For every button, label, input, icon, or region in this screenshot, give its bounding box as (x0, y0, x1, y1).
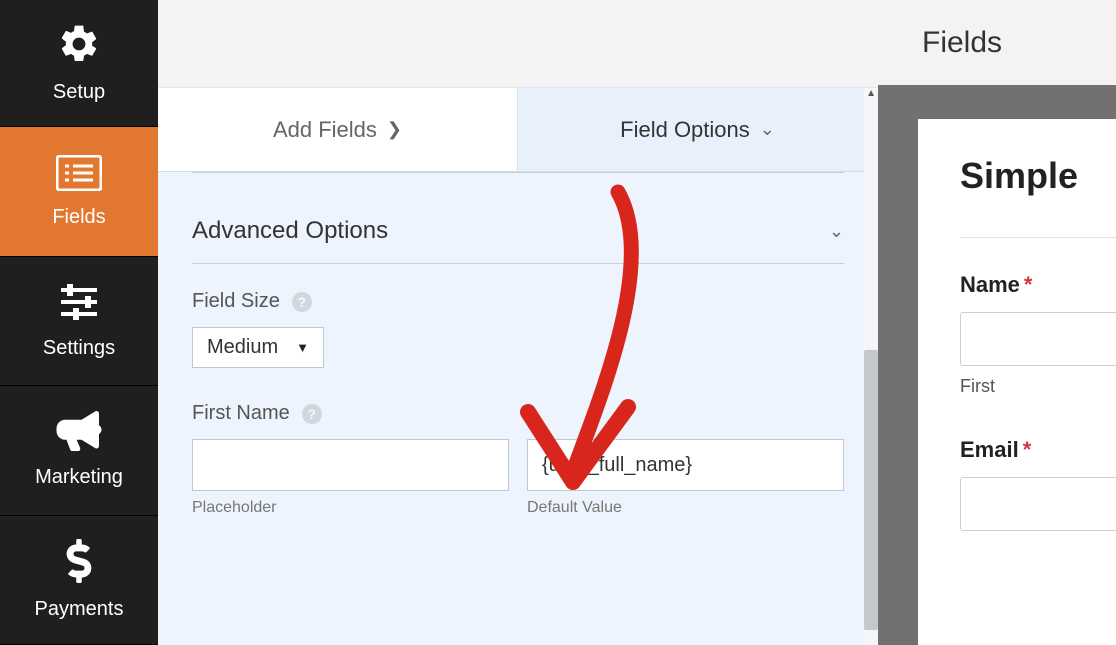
options-panel: Advanced Options ⌄ Field Size ? Medium ▼… (158, 172, 878, 605)
panel-top-separator (192, 172, 844, 173)
dropdown-triangle-icon: ▼ (296, 340, 309, 355)
preview-column: Fields Simple Name* First Email* (878, 0, 1116, 645)
bullhorn-icon (56, 411, 102, 456)
sidebar-label-payments: Payments (35, 598, 124, 621)
preview-name-sublabel: First (960, 376, 1116, 397)
sidebar-label-settings: Settings (43, 337, 115, 360)
sidebar-label-setup: Setup (53, 81, 105, 104)
options-tabs: Add Fields ❯ Field Options ⌄ (158, 88, 878, 172)
preview-name-input[interactable] (960, 312, 1116, 366)
sliders-icon (57, 282, 101, 327)
options-header-spacer (158, 0, 878, 88)
preview-email-input[interactable] (960, 477, 1116, 531)
form-list-icon (56, 155, 102, 196)
field-options-column: Add Fields ❯ Field Options ⌄ Advanced Op… (158, 0, 878, 645)
chevron-down-icon: ⌄ (829, 221, 844, 242)
required-star-icon: * (1023, 437, 1032, 462)
sidebar-item-fields[interactable]: Fields (0, 127, 158, 256)
preview-email-label-text: Email (960, 437, 1019, 462)
advanced-options-title: Advanced Options (192, 217, 388, 245)
sidebar-label-marketing: Marketing (35, 466, 123, 489)
dollar-icon (64, 539, 94, 588)
preview-email-label: Email* (960, 437, 1116, 463)
preview-header: Fields (878, 0, 1116, 85)
field-size-select[interactable]: Medium ▼ (192, 327, 324, 368)
form-title-divider (960, 237, 1116, 238)
builder-sidebar: Setup Fields (0, 0, 158, 645)
sidebar-item-settings[interactable]: Settings (0, 257, 158, 386)
advanced-options-toggle[interactable]: Advanced Options ⌄ (192, 197, 844, 264)
tab-add-fields-label: Add Fields (273, 117, 377, 143)
sidebar-item-payments[interactable]: Payments (0, 516, 158, 645)
scrollbar-up-arrow-icon[interactable]: ▲ (866, 88, 876, 99)
first-name-placeholder-input[interactable] (192, 439, 509, 491)
preview-name-label: Name* (960, 272, 1116, 298)
sidebar-label-fields: Fields (52, 206, 105, 229)
form-title: Simple (960, 155, 1116, 197)
chevron-right-icon: ❯ (387, 119, 402, 140)
chevron-down-icon: ⌄ (760, 119, 775, 140)
tab-field-options[interactable]: Field Options ⌄ (518, 88, 878, 171)
field-size-label: Field Size (192, 290, 280, 313)
help-icon[interactable]: ? (292, 292, 312, 312)
gear-icon (57, 22, 101, 71)
sidebar-item-setup[interactable]: Setup (0, 0, 158, 127)
default-value-sublabel: Default Value (527, 499, 844, 517)
preview-name-label-text: Name (960, 272, 1020, 297)
first-name-default-value-input[interactable] (527, 439, 844, 491)
form-preview-card: Simple Name* First Email* (918, 119, 1116, 645)
help-icon[interactable]: ? (302, 404, 322, 424)
preview-header-title: Fields (922, 26, 1002, 60)
required-star-icon: * (1024, 272, 1033, 297)
tab-field-options-label: Field Options (620, 117, 750, 143)
field-size-value: Medium (207, 336, 278, 359)
placeholder-sublabel: Placeholder (192, 499, 509, 517)
first-name-label: First Name (192, 402, 290, 425)
tab-add-fields[interactable]: Add Fields ❯ (158, 88, 518, 171)
scrollbar-thumb[interactable] (864, 350, 878, 630)
sidebar-item-marketing[interactable]: Marketing (0, 386, 158, 515)
